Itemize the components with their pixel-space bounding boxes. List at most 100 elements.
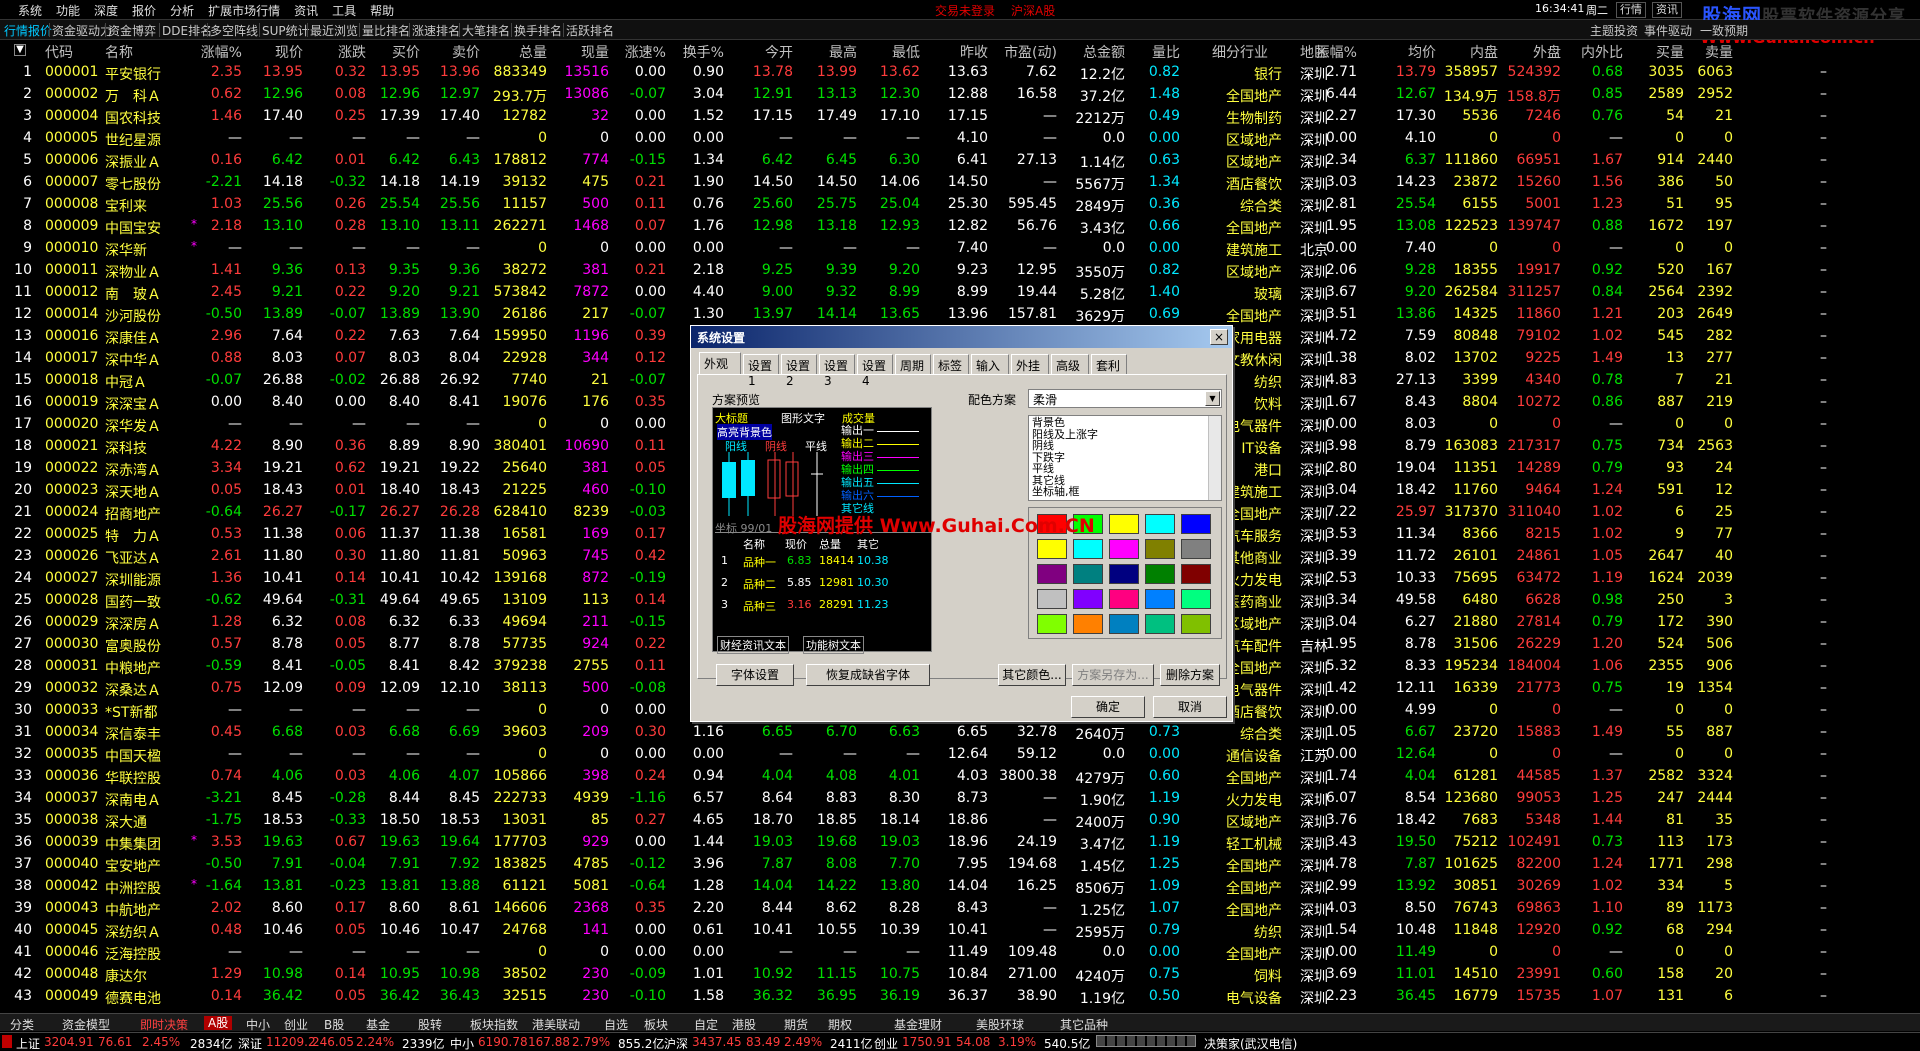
cancel-button[interactable]: 取消 <box>1153 696 1227 718</box>
market-tab[interactable]: 创业 <box>284 1016 308 1033</box>
table-row[interactable]: 12 000014 沙河股份 -0.50 13.89 -0.07 13.89 13.90 261… <box>0 304 1920 326</box>
function-tab[interactable]: 资金博弈 <box>108 22 156 39</box>
column-header[interactable]: 细分行业 <box>1212 42 1268 62</box>
market-tab[interactable]: 即时决策 <box>140 1016 188 1033</box>
menu-item[interactable]: 扩展市场行情 <box>208 2 280 19</box>
color-swatch[interactable] <box>1145 514 1175 534</box>
color-swatch[interactable] <box>1109 589 1139 609</box>
table-row[interactable]: 32 000035 中国天楹 — — — — —0 0 0.00 0.00— — —12.64 59.12… <box>0 744 1920 766</box>
table-row[interactable]: 7 000008 宝利来 1.03 25.56 0.26 25.54 25.56 11157 50… <box>0 194 1920 216</box>
sh-label[interactable]: 上证 <box>16 1035 40 1051</box>
table-row[interactable]: 9 000010 深华新 * — — — — —0 0 0.00 0.00— — —7.40—0.0 0.0… <box>0 238 1920 260</box>
color-swatch[interactable] <box>1073 589 1103 609</box>
market-tab[interactable]: 分类 <box>10 1016 34 1033</box>
color-swatch[interactable] <box>1073 614 1103 634</box>
color-swatch[interactable] <box>1145 589 1175 609</box>
quote-button[interactable]: 行情 <box>1616 2 1646 18</box>
dialog-tab[interactable]: 高级 <box>1051 354 1089 374</box>
dialog-tab[interactable]: 周期 <box>895 354 931 374</box>
table-row[interactable]: 37 000040 宝安地产 -0.50 7.91 -0.04 7.91 7.92 183825… <box>0 854 1920 876</box>
dialog-title[interactable]: 系统设置 <box>691 326 1232 348</box>
function-tab-right[interactable]: 主题投资 <box>1590 22 1638 39</box>
color-swatch[interactable] <box>1037 589 1067 609</box>
color-swatch[interactable] <box>1181 514 1211 534</box>
menu-item[interactable]: 系统 <box>18 2 42 19</box>
color-swatch[interactable] <box>1109 539 1139 559</box>
dialog-tab[interactable]: 外观 <box>699 352 741 374</box>
table-row[interactable]: 8 000009 中国宝安 * 2.18 13.10 0.28 13.10 13.11 26227… <box>0 216 1920 238</box>
login-status[interactable]: 交易未登录 <box>935 2 995 19</box>
function-tab[interactable]: DDE排名 <box>162 22 212 39</box>
column-header[interactable]: 振幅% <box>1277 42 1357 62</box>
market-tab[interactable]: B股 <box>324 1016 344 1033</box>
dialog-tab[interactable]: 设置4 <box>857 354 893 388</box>
dialog-tab[interactable]: 输入 <box>971 354 1009 374</box>
function-tab[interactable]: 资金驱动力 <box>52 22 112 39</box>
table-row[interactable]: 11 000012 南 玻Ａ 2.45 9.21 0.22 9.20 9.21 573842 78… <box>0 282 1920 304</box>
list-scrollbar[interactable] <box>1208 416 1221 500</box>
column-header[interactable]: 昨收 <box>908 42 988 62</box>
column-header[interactable]: 量比 <box>1100 42 1180 62</box>
color-element-item[interactable]: 平线 <box>1032 463 1218 475</box>
market-tab[interactable]: 板块指数 <box>470 1016 518 1033</box>
color-element-list[interactable]: 背景色 阳线及上涨字 阴线 下跌字 平线 其它线 坐标轴,框 <box>1028 415 1222 501</box>
table-row[interactable]: 4 000005 世纪星源 — — — — —0 0 0.00 0.00— — —4.10—0.0 0.0… <box>0 128 1920 150</box>
news-button[interactable]: 资讯 <box>1652 2 1682 18</box>
other-colors-button[interactable]: 其它颜色... <box>998 664 1066 686</box>
function-tab-right[interactable]: 一致预期 <box>1700 22 1748 39</box>
dialog-tab[interactable]: 设置3 <box>819 354 855 388</box>
color-swatch[interactable] <box>1145 564 1175 584</box>
function-tab[interactable]: 活跃排名 <box>566 22 614 39</box>
table-row[interactable]: 34 000037 深南电Ａ -3.21 8.45 -0.28 8.44 8.45 222733… <box>0 788 1920 810</box>
column-header[interactable]: 代码 <box>45 42 73 62</box>
market-tab[interactable]: 期权 <box>828 1016 852 1033</box>
color-element-item[interactable]: 坐标轴,框 <box>1032 486 1218 498</box>
color-swatch[interactable] <box>1145 614 1175 634</box>
zx-label[interactable]: 中小 <box>450 1035 474 1051</box>
menu-item[interactable]: 功能 <box>56 2 80 19</box>
market-tab[interactable]: 基金 <box>366 1016 390 1033</box>
market-tab[interactable]: 美股环球 <box>976 1016 1024 1033</box>
color-swatch[interactable] <box>1073 564 1103 584</box>
table-row[interactable]: 39 000043 中航地产 2.02 8.60 0.17 8.60 8.61 146606 23… <box>0 898 1920 920</box>
market-tab[interactable]: 自选 <box>604 1016 628 1033</box>
market-tab[interactable]: A股 <box>204 1016 233 1030</box>
color-swatch[interactable] <box>1037 564 1067 584</box>
hs-label[interactable]: 沪深 <box>664 1035 688 1051</box>
menu-item[interactable]: 深度 <box>94 2 118 19</box>
market-tab[interactable]: 板块 <box>644 1016 668 1033</box>
dialog-tab[interactable]: 设置2 <box>781 354 817 388</box>
table-row[interactable]: 1 000001 平安银行 2.35 13.95 0.32 13.95 13.96 883349… <box>0 62 1920 84</box>
color-element-item[interactable]: 阳线及上涨字 <box>1032 428 1218 441</box>
color-swatch[interactable] <box>1181 564 1211 584</box>
menu-item[interactable]: 工具 <box>332 2 356 19</box>
menu-item[interactable]: 资讯 <box>294 2 318 19</box>
table-row[interactable]: 33 000036 华联控股 0.74 4.06 0.03 4.06 4.07 105866 39… <box>0 766 1920 788</box>
sz-label[interactable]: 深证 <box>238 1035 262 1051</box>
table-row[interactable]: 10 000011 深物业Ａ 1.41 9.36 0.13 9.35 9.36 38272 381… <box>0 260 1920 282</box>
color-swatch[interactable] <box>1037 539 1067 559</box>
color-swatch[interactable] <box>1109 564 1139 584</box>
column-header[interactable]: 卖量 <box>1653 42 1733 62</box>
close-icon[interactable]: × <box>1210 329 1228 345</box>
dialog-tab[interactable]: 套利 <box>1091 354 1127 374</box>
color-element-item[interactable]: 下跌字 <box>1032 451 1218 464</box>
function-tab[interactable]: SUP统计 <box>262 22 310 39</box>
dialog-tab[interactable]: 外挂 <box>1011 354 1049 374</box>
column-header[interactable]: 名称 <box>105 42 133 62</box>
chevron-down-icon[interactable]: ▼ <box>1205 391 1220 406</box>
function-tab[interactable]: 行情报价 <box>4 22 52 39</box>
table-row[interactable]: 3 000004 国农科技 1.46 17.40 0.25 17.39 17.40 12782 3… <box>0 106 1920 128</box>
market-tab[interactable]: 期货 <box>784 1016 808 1033</box>
function-tab[interactable]: 量比排名 <box>362 22 410 39</box>
table-row[interactable]: 36 000039 中集集团 * 3.53 19.63 0.67 19.63 19.64 1777… <box>0 832 1920 854</box>
table-row[interactable]: 38 000042 中洲控股 * -1.64 13.81 -0.23 13.81 13.88 61… <box>0 876 1920 898</box>
color-swatch[interactable] <box>1145 539 1175 559</box>
restore-default-font-button[interactable]: 恢复成缺省字体 <box>806 664 930 686</box>
sort-toggle-icon[interactable]: ▼ <box>14 44 26 56</box>
market-tab[interactable]: 港股 <box>732 1016 756 1033</box>
table-row[interactable]: 35 000038 深大通 -1.75 18.53 -0.33 18.50 18.53 1303… <box>0 810 1920 832</box>
function-tab[interactable]: 涨速排名 <box>412 22 460 39</box>
market-tab[interactable]: 资金模型 <box>62 1016 110 1033</box>
color-swatch[interactable] <box>1181 614 1211 634</box>
